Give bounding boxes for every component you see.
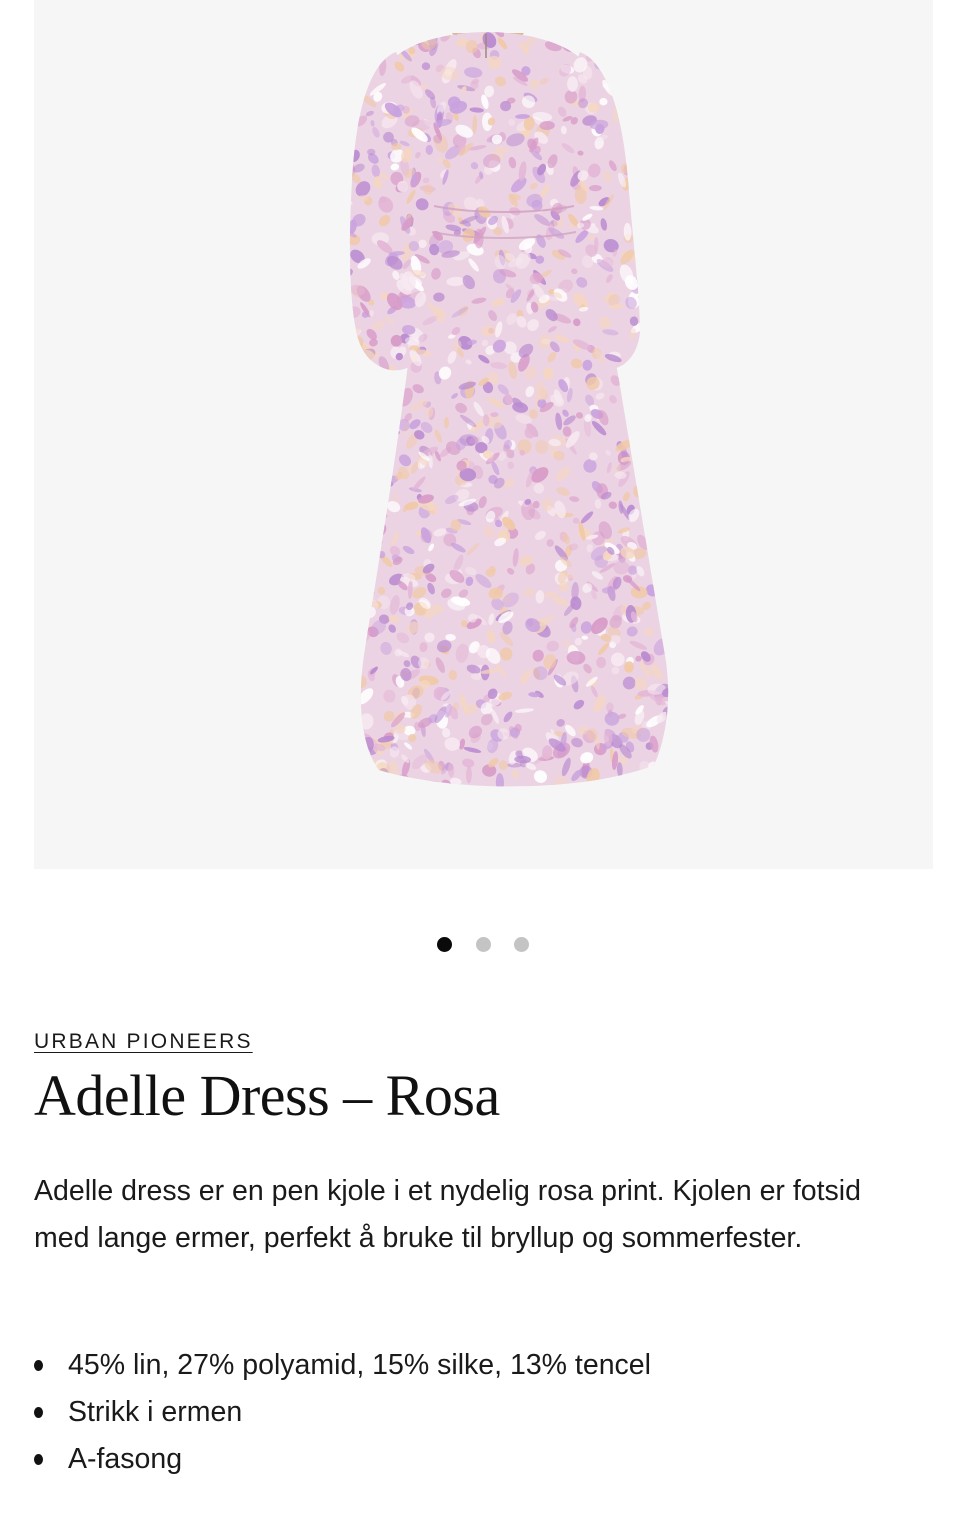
- feature-text: 45% lin, 27% polyamid, 15% silke, 13% te…: [68, 1349, 651, 1381]
- product-title: Adelle Dress – Rosa: [34, 1063, 500, 1128]
- feature-item: 45% lin, 27% polyamid, 15% silke, 13% te…: [34, 1342, 651, 1389]
- feature-item: A-fasong: [34, 1436, 651, 1483]
- gallery-pagination: [0, 937, 960, 953]
- feature-text: A-fasong: [68, 1443, 183, 1475]
- gallery-dot-2[interactable]: [476, 937, 491, 952]
- product-description: Adelle dress er en pen kjole i et nydeli…: [34, 1175, 861, 1254]
- product-features-list: 45% lin, 27% polyamid, 15% silke, 13% te…: [34, 1342, 651, 1483]
- feature-item: Strikk i ermen: [34, 1389, 651, 1436]
- brand-link[interactable]: URBAN PIONEERS: [34, 1029, 253, 1055]
- gallery-dot-3[interactable]: [514, 937, 529, 952]
- bullet-icon: [34, 1407, 43, 1418]
- dress-product-image: [349, 32, 669, 787]
- bullet-icon: [34, 1454, 43, 1465]
- bullet-icon: [34, 1360, 43, 1371]
- gallery-dot-1[interactable]: [437, 937, 452, 952]
- product-image-gallery[interactable]: [34, 0, 933, 869]
- feature-text: Strikk i ermen: [68, 1396, 243, 1428]
